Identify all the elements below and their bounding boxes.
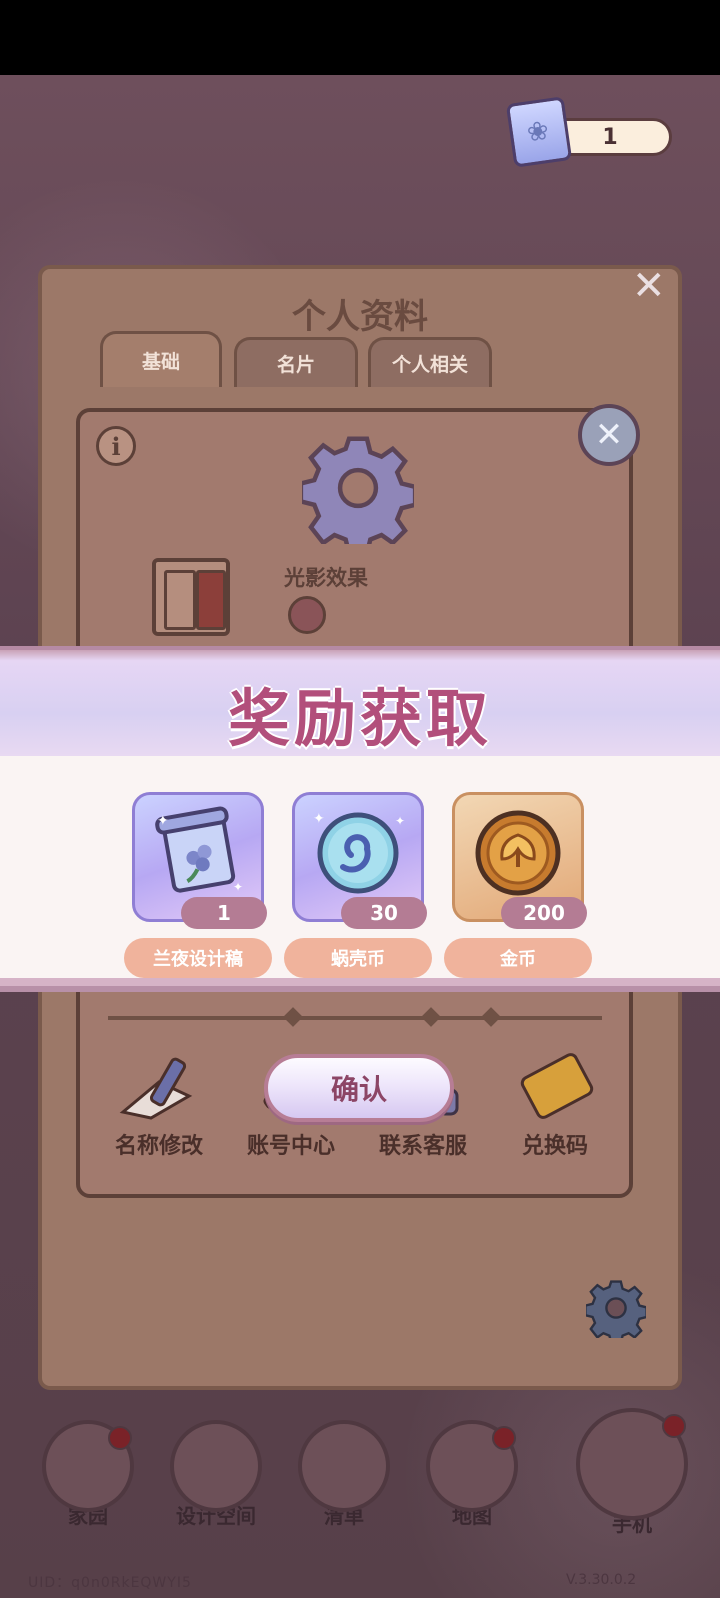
reward-title: 奖励获取 bbox=[227, 682, 492, 755]
divider bbox=[108, 1016, 602, 1020]
notification-badge bbox=[662, 1414, 686, 1438]
reward-card: ✦ ✦ 1 bbox=[132, 792, 267, 929]
info-icon[interactable]: i bbox=[96, 426, 136, 466]
notification-badge bbox=[492, 1426, 516, 1450]
svg-text:✦: ✦ bbox=[313, 811, 325, 827]
reward-name: 金币 bbox=[444, 938, 592, 978]
ticket-icon bbox=[507, 1052, 603, 1122]
redeem-code-label: 兑换码 bbox=[521, 1134, 588, 1159]
nav-home[interactable]: 家园 bbox=[36, 1420, 140, 1529]
design-draft-icon bbox=[505, 96, 573, 168]
reward-banner-edge bbox=[0, 986, 720, 992]
rename-label: 名称修改 bbox=[114, 1134, 203, 1159]
confirm-button[interactable]: 确认 bbox=[264, 1054, 454, 1122]
settings-close-button[interactable]: ✕ bbox=[578, 404, 640, 466]
currency-amount: 1 bbox=[602, 124, 618, 150]
reward-name: 蜗壳币 bbox=[284, 938, 432, 978]
version-text: V.3.30.0.2 bbox=[566, 1572, 637, 1588]
reward-card: ✦ ✦ 30 bbox=[292, 792, 427, 929]
light-effect-label: 光影效果 bbox=[284, 566, 368, 590]
reward-count: 30 bbox=[341, 897, 427, 929]
nav-phone[interactable]: 手机 bbox=[572, 1408, 692, 1537]
light-effect-toggle[interactable] bbox=[288, 596, 326, 634]
notification-badge bbox=[108, 1426, 132, 1450]
redeem-code-button[interactable]: 兑换码 bbox=[490, 1052, 620, 1160]
map-pin-icon bbox=[426, 1420, 518, 1512]
nav-map[interactable]: 地图 bbox=[420, 1420, 524, 1529]
reward-count: 200 bbox=[501, 897, 587, 929]
divider-ornament bbox=[481, 1007, 501, 1027]
close-icon[interactable]: ✕ bbox=[632, 263, 666, 309]
reward-item[interactable]: 200 金币 bbox=[444, 792, 592, 978]
nav-list[interactable]: 清单 bbox=[292, 1420, 396, 1529]
reward-item[interactable]: ✦ ✦ 1 兰夜设计稿 bbox=[124, 792, 272, 978]
tab-basic[interactable]: 基础 bbox=[100, 331, 222, 387]
home-icon bbox=[42, 1420, 134, 1512]
svg-text:✦: ✦ bbox=[233, 880, 243, 894]
divider-ornament bbox=[421, 1007, 441, 1027]
user-id-text: UID：q0n0RkEQWYI5 bbox=[28, 1575, 192, 1591]
svg-text:✦: ✦ bbox=[157, 813, 169, 829]
svg-text:✦: ✦ bbox=[395, 814, 405, 828]
settings-gear-icon[interactable] bbox=[586, 1278, 646, 1338]
reward-count: 1 bbox=[181, 897, 267, 929]
rename-button[interactable]: 名称修改 bbox=[94, 1052, 224, 1160]
customer-service-label: 联系客服 bbox=[378, 1134, 467, 1159]
status-bar bbox=[0, 0, 720, 75]
tab-card[interactable]: 名片 bbox=[234, 337, 358, 387]
tab-personal[interactable]: 个人相关 bbox=[368, 337, 492, 387]
divider-ornament bbox=[283, 1007, 303, 1027]
reward-card: 200 bbox=[452, 792, 587, 929]
reward-item[interactable]: ✦ ✦ 30 蜗壳币 bbox=[284, 792, 432, 978]
phone-icon bbox=[576, 1408, 688, 1520]
nav-design-space[interactable]: 设计空间 bbox=[164, 1420, 268, 1529]
window-icon bbox=[152, 558, 230, 636]
design-icon bbox=[170, 1420, 262, 1512]
reward-name: 兰夜设计稿 bbox=[124, 938, 272, 978]
pencil-icon bbox=[111, 1052, 207, 1122]
gear-icon bbox=[302, 436, 414, 544]
list-icon bbox=[298, 1420, 390, 1512]
account-center-label: 账号中心 bbox=[246, 1134, 335, 1159]
